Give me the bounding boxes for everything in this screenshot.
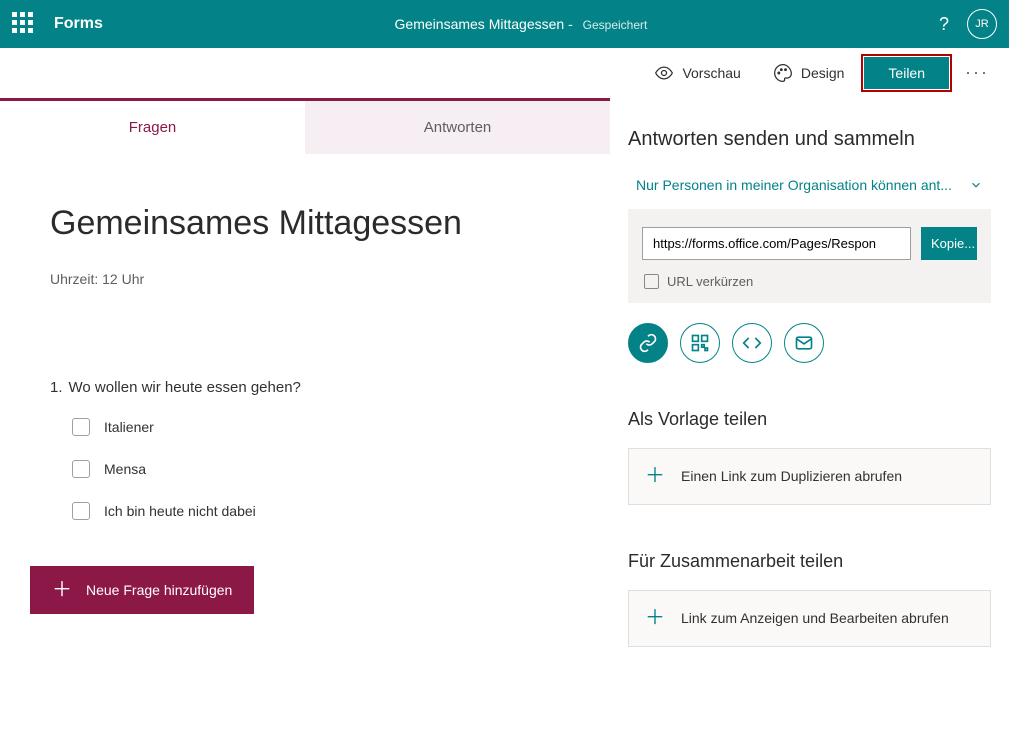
share-link-icon[interactable] bbox=[628, 323, 668, 363]
chevron-down-icon bbox=[969, 178, 983, 192]
plus-icon: ＋ bbox=[52, 580, 72, 600]
app-header: Forms Gemeinsames Mittagessen - Gespeich… bbox=[0, 0, 1009, 48]
checkbox-icon bbox=[644, 274, 659, 289]
share-button[interactable]: Teilen bbox=[864, 57, 949, 89]
palette-icon bbox=[773, 63, 793, 83]
share-email-icon[interactable] bbox=[784, 323, 824, 363]
preview-button[interactable]: Vorschau bbox=[642, 57, 752, 89]
permission-label: Nur Personen in meiner Organisation könn… bbox=[636, 177, 952, 193]
shorten-url-label: URL verkürzen bbox=[667, 274, 753, 289]
question-text: Wo wollen wir heute essen gehen? bbox=[69, 379, 301, 396]
share-url-input[interactable] bbox=[642, 227, 911, 260]
design-label: Design bbox=[801, 65, 845, 81]
get-collab-link-button[interactable]: ＋ Link zum Anzeigen und Bearbeiten abrufe… bbox=[628, 590, 991, 647]
eye-icon bbox=[654, 63, 674, 83]
more-options-icon[interactable]: ··· bbox=[957, 62, 997, 83]
share-pane: Antworten senden und sammeln Nur Persone… bbox=[610, 98, 1009, 743]
share-method-row bbox=[628, 323, 991, 363]
question-number: 1. bbox=[50, 379, 63, 396]
tab-questions[interactable]: Fragen bbox=[0, 101, 305, 154]
preview-label: Vorschau bbox=[682, 65, 740, 81]
plus-icon: ＋ bbox=[645, 605, 665, 632]
add-question-label: Neue Frage hinzufügen bbox=[86, 582, 232, 598]
editor-pane: Fragen Antworten Gemeinsames Mittagessen… bbox=[0, 98, 610, 743]
checkbox-icon bbox=[72, 460, 90, 478]
plus-icon: ＋ bbox=[645, 463, 665, 490]
permission-dropdown[interactable]: Nur Personen in meiner Organisation könn… bbox=[628, 173, 991, 209]
option-label: Italiener bbox=[104, 419, 154, 435]
share-embed-icon[interactable] bbox=[732, 323, 772, 363]
share-label: Teilen bbox=[888, 65, 925, 81]
add-question-button[interactable]: ＋ Neue Frage hinzufügen bbox=[30, 566, 254, 614]
option-label: Ich bin heute nicht dabei bbox=[104, 503, 256, 519]
command-bar: Vorschau Design Teilen ··· bbox=[0, 48, 1009, 98]
question-1[interactable]: 1. Wo wollen wir heute essen gehen? Ital… bbox=[50, 379, 562, 520]
option-label: Mensa bbox=[104, 461, 146, 477]
checkbox-icon bbox=[72, 502, 90, 520]
button-label: Einen Link zum Duplizieren abrufen bbox=[681, 467, 902, 486]
tab-strip: Fragen Antworten bbox=[0, 98, 610, 154]
link-card: Kopie... URL verkürzen bbox=[628, 209, 991, 303]
help-icon[interactable]: ? bbox=[939, 14, 949, 35]
option-row[interactable]: Ich bin heute nicht dabei bbox=[72, 502, 562, 520]
get-duplicate-link-button[interactable]: ＋ Einen Link zum Duplizieren abrufen bbox=[628, 448, 991, 505]
form-title[interactable]: Gemeinsames Mittagessen bbox=[50, 204, 562, 243]
form-subtitle[interactable]: Uhrzeit: 12 Uhr bbox=[50, 271, 562, 287]
design-button[interactable]: Design bbox=[761, 57, 857, 89]
shorten-url-checkbox[interactable]: URL verkürzen bbox=[642, 274, 977, 289]
document-title[interactable]: Gemeinsames Mittagessen bbox=[395, 16, 565, 32]
document-title-bar: Gemeinsames Mittagessen - Gespeichert bbox=[103, 16, 939, 32]
app-launcher-icon[interactable] bbox=[12, 12, 36, 36]
tab-answers[interactable]: Antworten bbox=[305, 101, 610, 154]
app-name: Forms bbox=[54, 15, 103, 33]
option-row[interactable]: Italiener bbox=[72, 418, 562, 436]
avatar[interactable]: JR bbox=[967, 9, 997, 39]
checkbox-icon bbox=[72, 418, 90, 436]
share-pane-title: Antworten senden und sammeln bbox=[628, 128, 991, 151]
template-section-title: Als Vorlage teilen bbox=[628, 409, 991, 430]
save-status: Gespeichert bbox=[583, 18, 648, 32]
option-row[interactable]: Mensa bbox=[72, 460, 562, 478]
copy-link-button[interactable]: Kopie... bbox=[921, 227, 977, 260]
collab-section-title: Für Zusammenarbeit teilen bbox=[628, 551, 991, 572]
button-label: Link zum Anzeigen und Bearbeiten abrufen bbox=[681, 609, 949, 628]
share-qr-icon[interactable] bbox=[680, 323, 720, 363]
